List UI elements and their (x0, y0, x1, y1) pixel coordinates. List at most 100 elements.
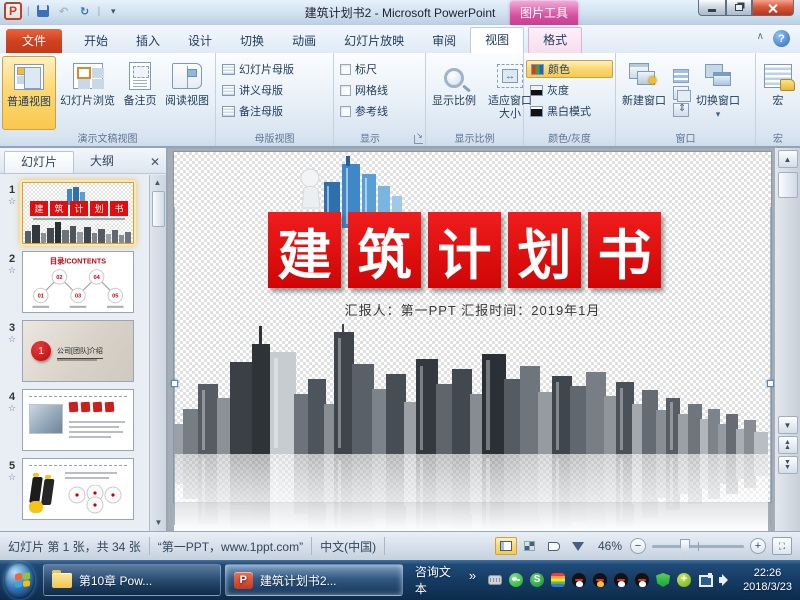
wechat-tray-icon[interactable] (509, 573, 523, 587)
tab-slides[interactable]: 幻灯片 (4, 151, 74, 173)
selection-handle-right[interactable] (767, 380, 774, 387)
grayscale-button[interactable]: 灰度 (526, 81, 613, 99)
main-scrollbar[interactable]: ▲ ▼ ▲▲ ▼▼ (774, 148, 800, 532)
cascade-windows-icon[interactable] (673, 86, 689, 100)
move-split-icon[interactable] (673, 103, 689, 117)
zoom-percentage[interactable]: 46% (598, 539, 622, 553)
switch-window-button[interactable]: 切换窗口 ▾ (692, 56, 744, 130)
slide-master-button[interactable]: 幻灯片母版 (218, 60, 331, 78)
arrange-all-icon[interactable] (673, 69, 689, 83)
selection-handle-left[interactable] (171, 380, 178, 387)
netflag-tray-icon[interactable] (551, 573, 565, 587)
notes-master-button[interactable]: 备注母版 (218, 102, 331, 120)
sogou-tray-icon[interactable]: S (530, 573, 544, 587)
next-slide-icon[interactable]: ▼▼ (778, 456, 798, 474)
city-skyline-image[interactable] (174, 324, 768, 532)
tab-view[interactable]: 视图 (470, 27, 524, 53)
tab-design[interactable]: 设计 (174, 29, 226, 53)
svg-text:02: 02 (56, 275, 62, 281)
slide-thumbnail-1[interactable]: 建 筑 计 划 书 (22, 182, 134, 244)
folder-icon (52, 573, 72, 588)
scroll-down-icon[interactable]: ▼ (151, 515, 166, 530)
reading-view-button[interactable]: 阅读视图 (161, 56, 213, 130)
fit-slide-to-window-icon[interactable]: ⛶ (772, 537, 792, 555)
scroll-down-icon[interactable]: ▼ (778, 416, 798, 434)
taskbar-window-powerpoint[interactable]: P 建筑计划书2... (225, 564, 403, 596)
slide-thumbnail-row: 4☆ (2, 389, 146, 451)
close-panel-icon[interactable]: ✕ (150, 155, 160, 169)
normal-view-shortcut[interactable] (495, 537, 517, 555)
slide-sorter-button[interactable]: 幻灯片浏览 (56, 56, 119, 130)
zoom-slider[interactable] (652, 545, 744, 548)
tab-format[interactable]: 格式 (528, 27, 582, 53)
tab-file[interactable]: 文件 (6, 29, 62, 53)
window-title: 建筑计划书2 - Microsoft PowerPoint (0, 4, 800, 21)
network-tray-icon[interactable] (698, 573, 712, 587)
language-indicator[interactable]: 中文(中国) (320, 538, 376, 555)
slide-thumbnail-3[interactable]: 1 公司[团队]介绍 (22, 320, 134, 382)
qq-tray-icon[interactable] (572, 573, 586, 587)
restore-button[interactable] (726, 0, 752, 16)
security-shield-tray-icon[interactable] (656, 573, 670, 587)
tab-review[interactable]: 审阅 (418, 29, 470, 53)
slides-panel-tabs: 幻灯片 大纲 ✕ (0, 148, 166, 174)
tab-slideshow[interactable]: 幻灯片放映 (330, 29, 418, 53)
new-window-button[interactable]: 新建窗口 (618, 56, 670, 130)
checkbox-icon (340, 64, 351, 75)
slideshow-shortcut[interactable] (567, 537, 589, 555)
qq-folder-tray-icon[interactable] (593, 573, 607, 587)
help-icon[interactable]: ? (773, 30, 790, 47)
close-button[interactable] (752, 0, 794, 16)
animation-star-icon: ☆ (2, 403, 22, 414)
tab-home[interactable]: 开始 (70, 29, 122, 53)
scrollbar-thumb[interactable] (778, 172, 798, 198)
normal-view-button[interactable]: 普通视图 (2, 56, 56, 130)
slide-thumbnail-2[interactable]: 目录/CONTENTS 01 02 03 04 05 (22, 251, 134, 313)
notes-page-button[interactable]: 备注页 (119, 56, 161, 130)
previous-slide-icon[interactable]: ▲▲ (778, 436, 798, 454)
slide-thumbnail-4[interactable] (22, 389, 134, 451)
slide-sorter-shortcut[interactable] (519, 537, 541, 555)
reading-view-shortcut[interactable] (543, 537, 565, 555)
tab-insert[interactable]: 插入 (122, 29, 174, 53)
scrollbar-thumb[interactable] (152, 191, 165, 227)
selection-border-left (174, 207, 175, 525)
show-dialog-launcher-icon[interactable] (414, 135, 423, 144)
zoom-button[interactable]: 显示比例 (428, 56, 480, 130)
guides-checkbox[interactable]: 参考线 (336, 102, 423, 120)
keyboard-tray-icon[interactable] (488, 575, 502, 585)
ruler-checkbox[interactable]: 标尺 (336, 60, 423, 78)
picture-tools-header: 图片工具 (510, 1, 578, 25)
slide-canvas[interactable]: 建 筑 计 划 书 汇报人：第一PPT 汇报时间：2019年1月 (173, 151, 772, 503)
qq-tray-icon[interactable] (614, 573, 628, 587)
gridlines-checkbox[interactable]: 网格线 (336, 81, 423, 99)
coin-plus-tray-icon[interactable]: + (677, 573, 691, 587)
qq-tray-icon[interactable] (635, 573, 649, 587)
slide-thumbnail-5[interactable] (22, 458, 134, 520)
taskbar-window-folder[interactable]: 第10章 Pow... (43, 564, 221, 596)
slide-number: 2 (9, 253, 15, 265)
minimize-button[interactable] (698, 0, 726, 16)
start-button[interactable] (4, 562, 35, 599)
volume-tray-icon[interactable] (719, 573, 733, 587)
zoom-in-icon[interactable]: + (750, 538, 766, 554)
scroll-up-icon[interactable]: ▲ (778, 150, 798, 168)
taskbar: 第10章 Pow... P 建筑计划书2... 咨询文本 » S + 22:26… (0, 560, 800, 600)
animation-star-icon: ☆ (2, 265, 22, 276)
zoom-out-icon[interactable]: − (630, 538, 646, 554)
panel-scrollbar[interactable]: ▲ ▼ (149, 175, 166, 532)
tray-overflow-chevron[interactable]: » (469, 568, 476, 583)
mini-circles-diagram (65, 485, 125, 515)
handout-master-button[interactable]: 讲义母版 (218, 81, 331, 99)
tab-outline[interactable]: 大纲 (74, 151, 130, 173)
taskbar-window-text[interactable]: 咨询文本 (407, 564, 463, 596)
collapse-ribbon-icon[interactable]: ∧ (757, 31, 764, 42)
macro-button[interactable]: 宏 (757, 56, 799, 130)
taskbar-clock[interactable]: 22:26 2018/3/23 (743, 566, 792, 594)
zoom-slider-thumb[interactable] (680, 539, 690, 553)
black-white-button[interactable]: 黑白模式 (526, 102, 613, 120)
color-button[interactable]: 颜色 (526, 60, 613, 78)
scroll-up-icon[interactable]: ▲ (150, 175, 165, 190)
tab-transitions[interactable]: 切换 (226, 29, 278, 53)
tab-animations[interactable]: 动画 (278, 29, 330, 53)
